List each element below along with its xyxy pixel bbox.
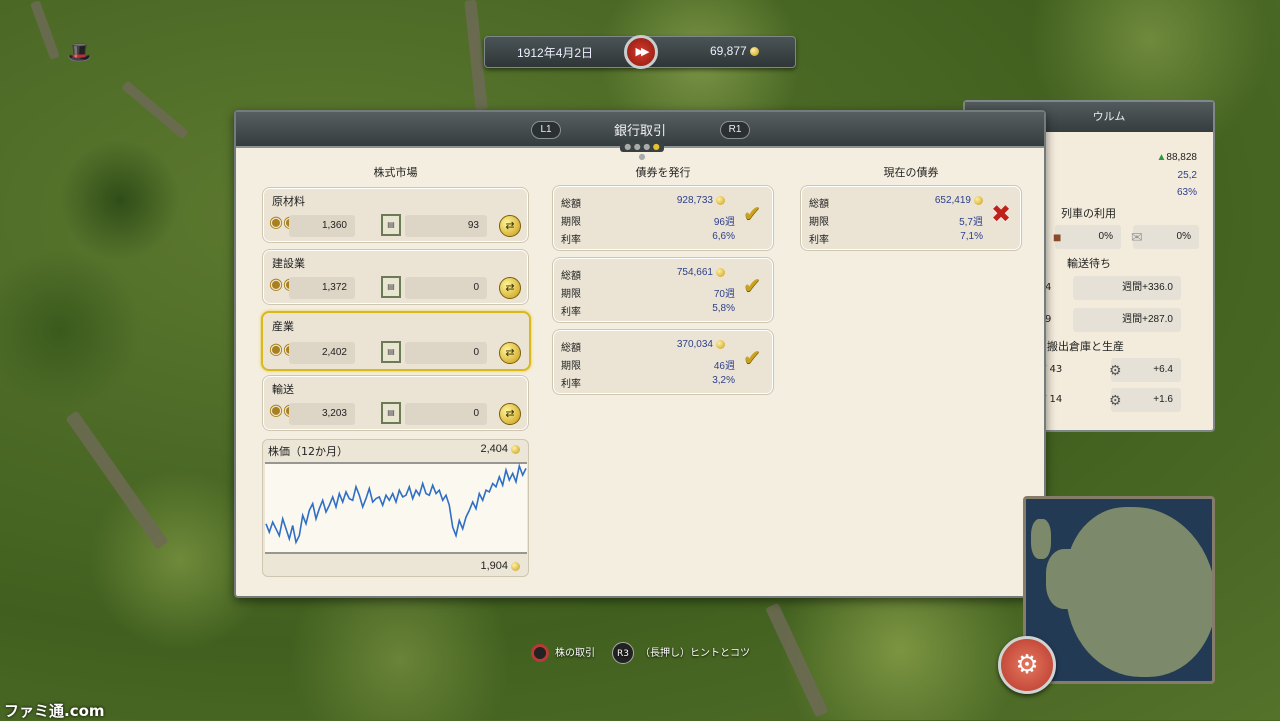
issue-check-icon[interactable]: ✔ [743, 346, 761, 371]
mail-usage: ✉ 0% [1131, 225, 1199, 249]
stock-name: 輸送 [272, 383, 294, 396]
cargo-usage: ■ 0% [1053, 225, 1121, 249]
suitcase-icon: ■ [1053, 229, 1062, 245]
locomotive-menu-icon[interactable]: ⚙ [998, 636, 1056, 694]
total-label: 総額 [809, 199, 829, 210]
issue-check-icon[interactable]: ✔ [743, 202, 761, 227]
coin-icon [749, 47, 759, 57]
owned-shares: 0 [405, 277, 487, 299]
fast-forward-icon[interactable]: ▶▶ [624, 35, 658, 69]
panel-title: 銀行取引 [613, 124, 666, 139]
warehouse-label: 搬出倉庫と生産 [1047, 340, 1124, 353]
chart-max-label: 2,404 [480, 443, 520, 455]
bond-term: 5,7週 [959, 217, 983, 228]
stock-name: 原材料 [272, 195, 305, 208]
panel-header: 銀行取引 L1 R1 ● ● ● ● ● [236, 112, 1044, 161]
watermark: ファミ通.com [4, 702, 105, 720]
stock-market-header: 株式市場 [373, 166, 418, 179]
rate-label: 利率 [809, 235, 829, 246]
stock-name: 建設業 [272, 257, 305, 270]
train-usage-label: 列車の利用 [1061, 207, 1116, 220]
rate-label: 利率 [561, 307, 581, 318]
gear-icon: ⚙ [1109, 392, 1122, 408]
bond-term: 70週 [713, 289, 735, 300]
chart-plot [265, 462, 527, 554]
total-label: 総額 [561, 199, 581, 210]
term-label: 期限 [561, 361, 581, 372]
bank-panel: 銀行取引 L1 R1 ● ● ● ● ● 株式市場 債券を発行 現在の債券 原材… [234, 110, 1046, 598]
issue-bond-card[interactable]: 総額 期限 利率 928,733 96週 6,6% ✔ [552, 185, 774, 251]
owned-shares: 93 [405, 215, 487, 237]
stock-card[interactable]: 輸送 ◉◉ 3,203 ▤ 0 ⇄ [262, 375, 529, 431]
trade-icon[interactable]: ⇄ [499, 403, 521, 425]
bond-term: 46週 [713, 361, 735, 372]
r3-button-icon: R3 [612, 642, 634, 664]
current-bond-card[interactable]: 総額 期限 利率 652,419 5,7週 7,1% ✖ [800, 185, 1022, 251]
owned-shares: 0 [405, 342, 487, 364]
production-rate: ⚙ +1.6 [1109, 388, 1181, 412]
stock-price: 1,360 [289, 215, 355, 237]
bond-term: 96週 [713, 217, 735, 228]
bond-rate: 6,6% [712, 231, 735, 242]
bond-total: 928,733 [677, 195, 725, 206]
stock-price: 3,203 [289, 403, 355, 425]
issue-check-icon[interactable]: ✔ [743, 274, 761, 299]
stock-price: 1,372 [289, 277, 355, 299]
rate-label: 利率 [561, 235, 581, 246]
chart-min-label: 1,904 [480, 560, 520, 572]
bond-rate: 5,8% [712, 303, 735, 314]
city-stat: 63% [1176, 187, 1197, 198]
issue-bond-header: 債券を発行 [635, 166, 691, 179]
city-value: ▲88,828 [1156, 152, 1198, 163]
page-indicator: ● ● ● ● ● [620, 142, 664, 161]
gear-icon: ⚙ [1109, 362, 1122, 378]
weekly-rate: 週間+287.0 [1073, 308, 1181, 332]
bond-total: 652,419 [935, 195, 983, 206]
stock-price: 2,402 [289, 342, 355, 364]
certificate-icon: ▤ [381, 214, 401, 236]
footer-hint: R3 （長押し）ヒントとコツ [612, 642, 750, 664]
bond-total: 370,034 [677, 339, 725, 350]
money-display: 69,877 [710, 44, 759, 58]
stock-card[interactable]: 建設業 ◉◉ 1,372 ▤ 0 ⇄ [262, 249, 529, 305]
l1-button[interactable]: L1 [531, 121, 561, 139]
chart-title: 株価（12か月） [268, 445, 348, 458]
total-label: 総額 [561, 271, 581, 282]
trade-icon[interactable]: ⇄ [499, 277, 521, 299]
production-rate: ⚙ +6.4 [1109, 358, 1181, 382]
bond-total: 754,661 [677, 267, 725, 278]
term-label: 期限 [561, 217, 581, 228]
trade-icon[interactable]: ⇄ [499, 342, 521, 364]
r1-button[interactable]: R1 [720, 121, 750, 139]
certificate-icon: ▤ [381, 402, 401, 424]
tycoon-hat-icon[interactable]: 🎩 [67, 40, 92, 64]
stock-card[interactable]: 原材料 ◉◉ 1,360 ▤ 93 ⇄ [262, 187, 529, 243]
footer-trade-hint: 株の取引 [531, 644, 595, 662]
weekly-rate: 週間+336.0 [1073, 276, 1181, 300]
game-date: 1912年4月2日 [517, 46, 594, 60]
certificate-icon: ▤ [381, 276, 401, 298]
issue-bond-card[interactable]: 総額 期限 利率 754,661 70週 5,8% ✔ [552, 257, 774, 323]
owned-shares: 0 [405, 403, 487, 425]
stock-name: 産業 [272, 320, 294, 333]
rate-label: 利率 [561, 379, 581, 390]
bond-rate: 7,1% [960, 231, 983, 242]
bond-rate: 3,2% [712, 375, 735, 386]
top-status-bar: 1912年4月2日 ▶▶ 69,877 [484, 35, 796, 69]
trade-icon[interactable]: ⇄ [499, 215, 521, 237]
stock-card-selected[interactable]: 産業 ◉◉ 2,402 ▤ 0 ⇄ [261, 311, 531, 371]
term-label: 期限 [561, 289, 581, 300]
city-stat: 25,2 [1177, 170, 1197, 181]
stock-price-chart: 株価（12か月） 2,404 1,904 [262, 439, 529, 577]
circle-button-icon [531, 644, 549, 662]
mail-icon: ✉ [1131, 229, 1143, 245]
issue-bond-card[interactable]: 総額 期限 利率 370,034 46週 3,2% ✔ [552, 329, 774, 395]
term-label: 期限 [809, 217, 829, 228]
waiting-label: 輸送待ち [1067, 257, 1111, 270]
certificate-icon: ▤ [381, 341, 401, 363]
repay-x-icon[interactable]: ✖ [991, 200, 1011, 228]
total-label: 総額 [561, 343, 581, 354]
current-bond-header: 現在の債券 [883, 166, 939, 179]
